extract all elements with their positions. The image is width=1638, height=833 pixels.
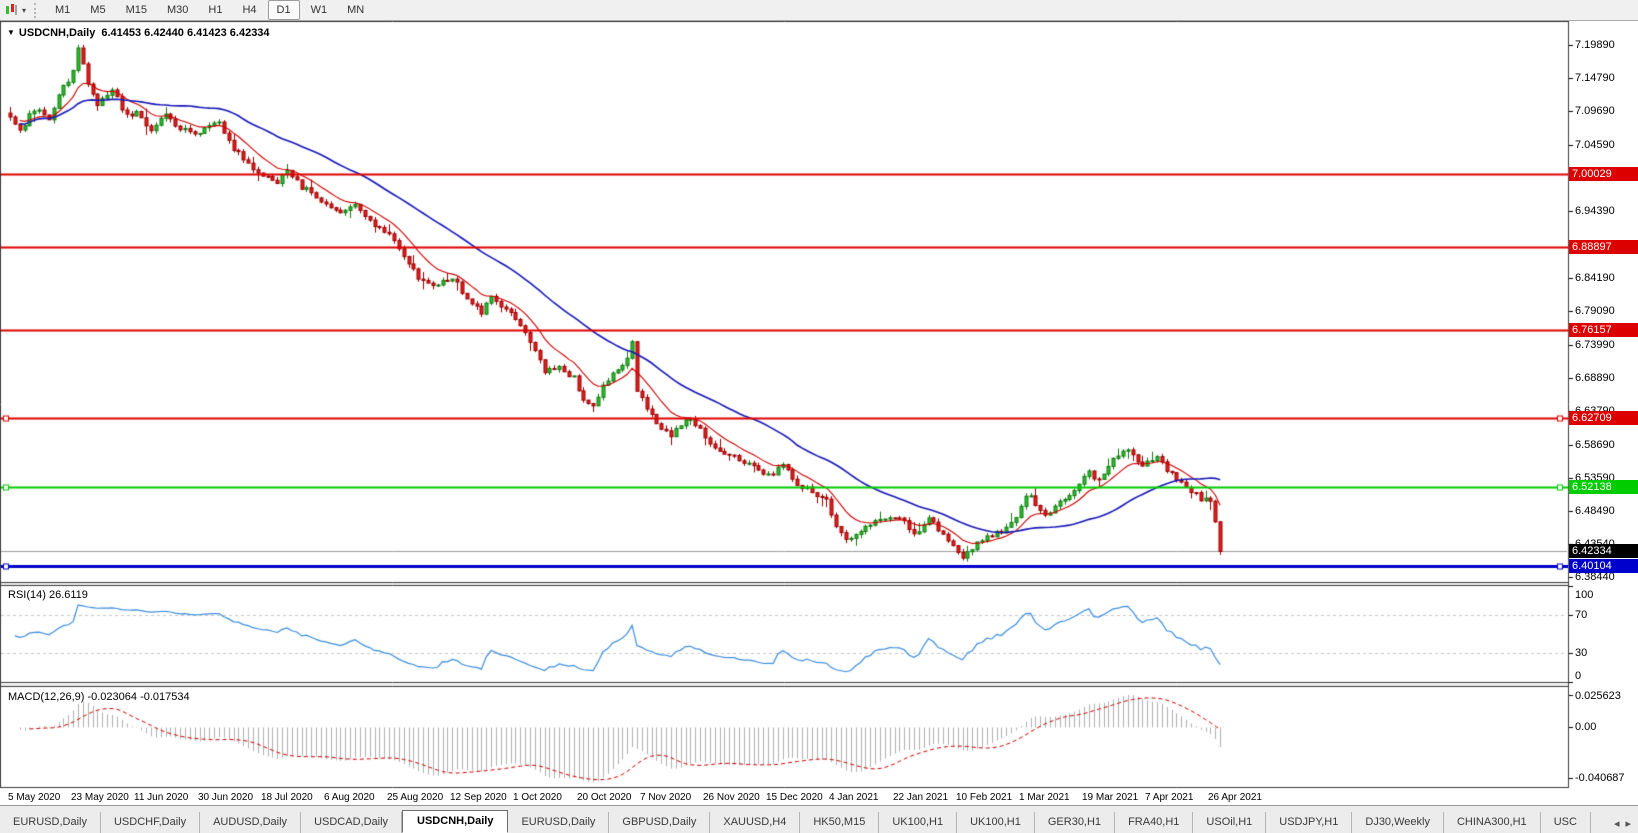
- timeframe-button-mn[interactable]: MN: [338, 0, 373, 20]
- date-axis-label: 15 Dec 2020: [766, 792, 823, 803]
- date-axis-label: 4 Jan 2021: [829, 792, 879, 803]
- symbol-tab[interactable]: UK100,H1: [879, 812, 958, 833]
- date-axis-label: 5 May 2020: [8, 792, 61, 803]
- macd-axis-tick: 0.025623: [1575, 690, 1621, 702]
- price-axis-tick: 7.19890: [1575, 39, 1615, 51]
- symbol-tab[interactable]: GER30,H1: [1034, 812, 1116, 833]
- rsi-axis-tick: 100: [1575, 589, 1594, 601]
- date-axis-label: 1 Oct 2020: [513, 792, 562, 803]
- timeframe-button-h4[interactable]: H4: [233, 0, 265, 20]
- macd-label: MACD(12,26,9) -0.023064 -0.017534: [8, 691, 190, 703]
- symbol-tab[interactable]: DJ30,Weekly: [1352, 812, 1444, 833]
- timeframe-button-m30[interactable]: M30: [158, 0, 197, 20]
- symbol-tab[interactable]: USDCHF,Daily: [100, 812, 201, 833]
- symbol-tab[interactable]: CHINA300,H1: [1443, 812, 1541, 833]
- price-line-badge: 6.88897: [1569, 240, 1638, 254]
- date-axis-label: 30 Jun 2020: [198, 792, 254, 803]
- symbol-tab[interactable]: USOil,H1: [1193, 812, 1267, 833]
- toolbar: ▾ M1 M5 M15 M30 H1 H4 D1 W1 MN: [0, 0, 1638, 21]
- timeframe-buttons: M1 M5 M15 M30 H1 H4 D1 W1 MN: [45, 0, 374, 20]
- macd-axis-tick: -0.040687: [1575, 772, 1625, 784]
- rsi-axis-tick: 0: [1575, 670, 1582, 682]
- symbol-tab[interactable]: USDJPY,H1: [1266, 812, 1353, 833]
- mini-candles-icon: [6, 4, 17, 15]
- price-axis-tick: 6.68890: [1575, 372, 1615, 384]
- timeframe-button-m1[interactable]: M1: [46, 0, 79, 20]
- price-axis-tick: 6.79090: [1575, 305, 1615, 317]
- chart-cursor-group: ▾: [0, 0, 30, 20]
- chart-cursor-icon[interactable]: [4, 3, 20, 17]
- chart-title: ▼ USDCNH,Daily 6.41453 6.42440 6.41423 6.4…: [7, 27, 270, 39]
- rsi-axis-tick: 70: [1575, 609, 1588, 621]
- chart-symbol-label: USDCNH,Daily: [18, 27, 96, 39]
- timeframe-button-d1[interactable]: D1: [267, 0, 300, 20]
- date-axis-label: 7 Nov 2020: [640, 792, 692, 803]
- date-axis-label: 25 Aug 2020: [387, 792, 444, 803]
- date-axis-label: 22 Jan 2021: [893, 792, 949, 803]
- symbol-tabbar: EURUSD,Daily USDCHF,Daily AUDUSD,Daily USDC…: [0, 805, 1638, 833]
- date-axis-label: 19 Mar 2021: [1082, 792, 1139, 803]
- symbol-tab[interactable]: HK50,M15: [800, 812, 880, 833]
- rsi-axis-tick: 30: [1575, 647, 1588, 659]
- macd-axis-tick: 0.00: [1575, 721, 1597, 733]
- price-axis-tick: 7.04590: [1575, 139, 1615, 151]
- current-price-badge: 6.42334: [1569, 544, 1638, 558]
- rsi-label: RSI(14) 26.6119: [8, 589, 88, 601]
- symbol-tab[interactable]: GBPUSD,Daily: [609, 812, 711, 833]
- tabs-scroll-right-button[interactable]: ▸: [1622, 817, 1634, 830]
- price-axis-tick: 6.58690: [1575, 439, 1615, 451]
- symbol-tab[interactable]: USDCNH,Daily: [402, 810, 509, 833]
- price-axis-tick: 6.94390: [1575, 205, 1615, 217]
- collapse-triangle-icon[interactable]: ▼: [7, 28, 15, 37]
- price-line-badge: 6.40104: [1569, 559, 1638, 573]
- chevron-down-icon[interactable]: ▾: [22, 6, 26, 15]
- timeframe-button-m5[interactable]: M5: [81, 0, 114, 20]
- symbol-tab[interactable]: EURUSD,Daily: [508, 812, 610, 833]
- timeframe-button-h1[interactable]: H1: [199, 0, 231, 20]
- price-axis-tick: 6.84190: [1575, 272, 1615, 284]
- date-axis-label: 12 Sep 2020: [450, 792, 507, 803]
- date-axis-label: 18 Jul 2020: [261, 792, 313, 803]
- price-axis-tick: 7.14790: [1575, 72, 1615, 84]
- toolbar-grip-handle[interactable]: [34, 2, 39, 18]
- tab-scroll-arrows: ◂ ▸: [1609, 817, 1638, 833]
- price-axis-tick: 6.73990: [1575, 339, 1615, 351]
- price-line-badge: 6.62709: [1569, 411, 1638, 425]
- symbol-tabs: EURUSD,Daily USDCHF,Daily AUDUSD,Daily USDC…: [0, 809, 1609, 833]
- chart-canvas[interactable]: [0, 21, 1638, 789]
- price-axis-tick: 6.48490: [1575, 505, 1615, 517]
- symbol-tab[interactable]: UK100,H1: [957, 812, 1035, 833]
- mt4-window: ▾ M1 M5 M15 M30 H1 H4 D1 W1 MN ▼ USDCNH,Daily 6.41…: [0, 0, 1638, 833]
- timeframe-button-m15[interactable]: M15: [117, 0, 156, 20]
- price-line-badge: 6.52138: [1569, 480, 1638, 494]
- timeframe-button-w1[interactable]: W1: [302, 0, 337, 20]
- date-axis-label: 20 Oct 2020: [577, 792, 632, 803]
- date-axis: 5 May 2020 23 May 2020 11 Jun 2020 30 Jun 2…: [0, 790, 1568, 806]
- symbol-tab[interactable]: XAUUSD,H4: [710, 812, 801, 833]
- price-line-badge: 7.00029: [1569, 167, 1638, 181]
- price-line-badge: 6.76157: [1569, 323, 1638, 337]
- date-axis-label: 11 Jun 2020: [134, 792, 189, 803]
- date-axis-label: 23 May 2020: [71, 792, 129, 803]
- symbol-tab[interactable]: EURUSD,Daily: [0, 812, 101, 833]
- date-axis-label: 26 Apr 2021: [1208, 792, 1262, 803]
- price-axis-tick: 7.09690: [1575, 105, 1615, 117]
- date-axis-label: 26 Nov 2020: [703, 792, 760, 803]
- symbol-tab[interactable]: USC: [1540, 812, 1591, 833]
- chart-ohlc-values: 6.41453 6.42440 6.41423 6.42334: [101, 27, 270, 39]
- chart-region: ▼ USDCNH,Daily 6.41453 6.42440 6.41423 6.4…: [0, 21, 1638, 806]
- symbol-tab[interactable]: USDCAD,Daily: [301, 812, 403, 833]
- date-axis-label: 10 Feb 2021: [956, 792, 1013, 803]
- symbol-tab[interactable]: AUDUSD,Daily: [200, 812, 302, 833]
- symbol-tab[interactable]: FRA40,H1: [1115, 812, 1194, 833]
- tabs-scroll-left-button[interactable]: ◂: [1611, 817, 1623, 830]
- date-axis-label: 1 Mar 2021: [1019, 792, 1070, 803]
- date-axis-label: 7 Apr 2021: [1145, 792, 1194, 803]
- date-axis-label: 6 Aug 2020: [324, 792, 375, 803]
